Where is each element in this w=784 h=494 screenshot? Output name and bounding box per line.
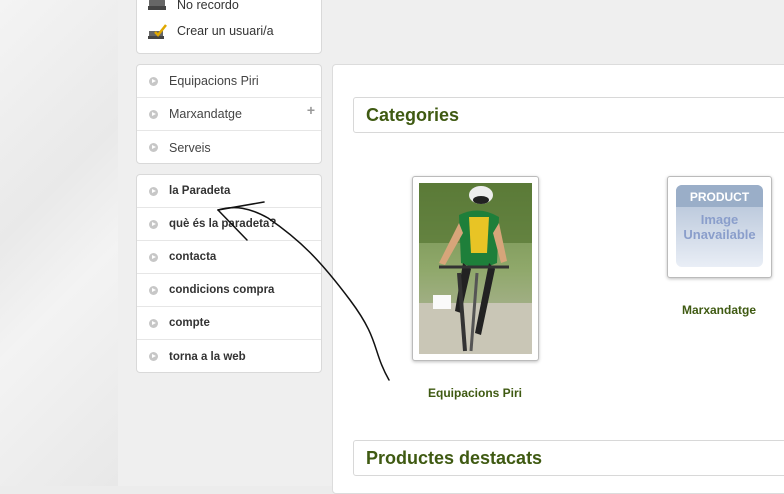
bullet-icon — [149, 219, 158, 229]
menu-item-torna-a-la-web[interactable]: torna a la web — [137, 340, 321, 373]
menu-item-label: què és la paradeta? — [169, 218, 277, 230]
category-label-equipacions-piri[interactable]: Equipacions Piri — [412, 386, 538, 400]
menu-item-label: contacta — [169, 251, 217, 263]
menu-item-label: Marxandatge — [169, 107, 242, 121]
primary-menu: Equipacions Piri Marxandatge + Serveis — [136, 64, 322, 164]
categories-heading-box: Categories — [353, 97, 784, 133]
menu-item-label: torna a la web — [169, 350, 246, 363]
category-thumbnail-equipacions-piri[interactable] — [412, 176, 539, 361]
cyclist-photo-image — [419, 183, 532, 354]
menu-item-la-paradeta[interactable]: la Paradeta — [137, 175, 321, 208]
forgot-password-label: No recordo — [177, 0, 239, 12]
forgot-password-link[interactable]: No recordo — [147, 0, 239, 15]
category-label-marxandatge[interactable]: Marxandatge — [667, 303, 771, 317]
menu-item-label: condicions compra — [169, 284, 275, 296]
menu-item-contacta[interactable]: contacta — [137, 241, 321, 274]
bullet-icon — [149, 109, 158, 119]
placeholder-line3: Unavailable — [683, 227, 756, 242]
secondary-menu: la Paradeta què és la paradeta? contacta… — [136, 174, 322, 373]
login-panel: No recordo Crear un usuari/a — [136, 0, 322, 54]
menu-item-label: Serveis — [169, 140, 211, 155]
bullet-icon — [149, 76, 158, 86]
menu-item-label: compte — [169, 317, 210, 329]
menu-item-label: la Paradeta — [169, 185, 231, 197]
featured-heading-box: Productes destacats — [353, 440, 784, 476]
user-icon — [147, 0, 169, 13]
menu-item-compte[interactable]: compte — [137, 307, 321, 340]
create-user-link[interactable]: Crear un usuari/a — [147, 21, 274, 41]
categories-heading: Categories — [366, 104, 460, 125]
bullet-icon — [149, 186, 158, 196]
bullet-icon — [149, 285, 158, 295]
product-placeholder-image: PRODUCT Image Unavailable — [676, 185, 763, 267]
bullet-icon — [149, 318, 158, 328]
create-user-label: Crear un usuari/a — [177, 24, 274, 38]
bullet-icon — [149, 252, 158, 262]
create-user-icon — [147, 23, 169, 39]
menu-item-label: Equipacions Piri — [169, 74, 259, 88]
featured-heading: Productes destacats — [366, 447, 543, 468]
page-background-left — [0, 0, 118, 486]
placeholder-line1: PRODUCT — [676, 185, 763, 207]
placeholder-line2: Image — [700, 212, 739, 227]
menu-item-que-es-la-paradeta[interactable]: què és la paradeta? — [137, 208, 321, 241]
bullet-icon — [149, 143, 158, 152]
menu-item-condicions-compra[interactable]: condicions compra — [137, 274, 321, 307]
menu-item-marxandatge[interactable]: Marxandatge + — [137, 98, 321, 131]
expand-plus-icon[interactable]: + — [307, 102, 315, 118]
menu-item-serveis[interactable]: Serveis — [137, 131, 321, 164]
bullet-icon — [149, 352, 158, 361]
menu-item-equipacions-piri[interactable]: Equipacions Piri — [137, 65, 321, 98]
category-thumbnail-marxandatge[interactable]: PRODUCT Image Unavailable — [667, 176, 772, 278]
